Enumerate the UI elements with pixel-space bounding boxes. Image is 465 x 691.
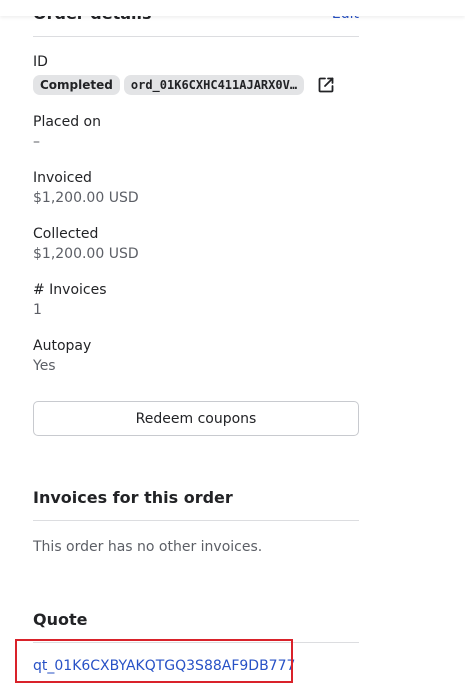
invoiced-label: Invoiced: [33, 170, 92, 186]
invoices-section-header: Invoices for this order: [33, 488, 359, 507]
top-bar-shadow: [0, 0, 465, 16]
order-id-badge[interactable]: ord_01K6CXHC411AJARX0V…: [123, 75, 305, 95]
collected-label: Collected: [33, 226, 99, 242]
collected-value: $1,200.00 USD: [33, 246, 139, 262]
invoiced-value: $1,200.00 USD: [33, 190, 139, 206]
invoices-section-divider: [33, 520, 359, 521]
redeem-coupons-button[interactable]: Redeem coupons: [33, 401, 359, 436]
id-row: Completed ord_01K6CXHC411AJARX0V…: [33, 73, 336, 97]
status-badge: Completed: [33, 75, 120, 95]
invoices-section-title: Invoices for this order: [33, 488, 233, 507]
invoices-empty-text: This order has no other invoices.: [33, 539, 263, 555]
placed-on-label: Placed on: [33, 114, 101, 130]
quote-id-link[interactable]: qt_01K6CXBYAKQTGQ3S88AF9DB777: [33, 658, 295, 674]
placed-on-value: –: [33, 134, 40, 150]
quote-section-divider: [33, 642, 359, 643]
external-link-icon[interactable]: [316, 75, 336, 95]
quote-section-header: Quote: [33, 610, 359, 629]
order-details-panel: Order details Edit ID Completed ord_01K6…: [0, 0, 465, 691]
order-details-divider: [33, 36, 359, 37]
autopay-label: Autopay: [33, 338, 92, 354]
id-label: ID: [33, 54, 48, 70]
quote-section-title: Quote: [33, 610, 88, 629]
invoices-count-value: 1: [33, 302, 42, 318]
invoices-count-label: # Invoices: [33, 282, 107, 298]
autopay-value: Yes: [33, 358, 56, 374]
